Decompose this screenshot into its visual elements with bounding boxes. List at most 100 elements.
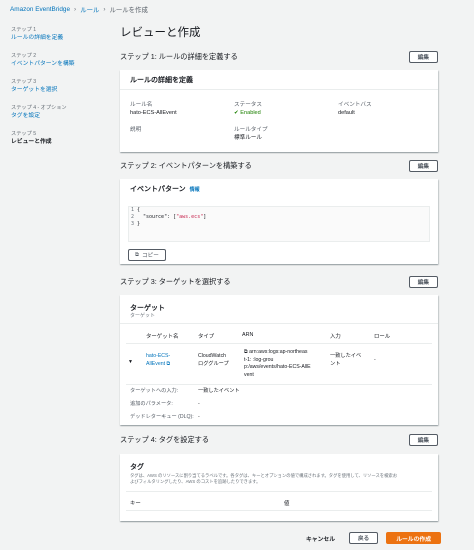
target-input-label: ターゲットへの入力:: [130, 388, 179, 394]
code-text: {: [137, 207, 141, 213]
step-link-tags[interactable]: タグを設定: [11, 112, 106, 120]
wizard-steps: ステップ 1 ルールの詳細を定義 ステップ 2 イベントパターンを構築 ステップ…: [11, 26, 106, 156]
dlq-label: デッドレターキュー (DLQ):: [130, 414, 194, 420]
copy-button[interactable]: ⧉ コピー: [128, 249, 166, 261]
col-header-name: ターゲット名: [146, 334, 179, 340]
rule-type-label: ルールタイプ: [234, 127, 268, 133]
code-line: 3}: [130, 221, 141, 227]
event-pattern-title: イベントパターン: [130, 186, 186, 193]
col-header-input: 入力: [330, 334, 341, 340]
divider: [120, 323, 438, 324]
panel-subtitle: ターゲット: [130, 313, 156, 319]
tags-description: タグは、AWS のリソースに割り当てるラベルです。各タグは、キーとオプションの値…: [130, 473, 397, 484]
col-header-key: キー: [130, 501, 141, 507]
panel-title: ルールの詳細を定義: [120, 70, 438, 90]
wizard-step-3: ステップ 3 ターゲットを選択: [11, 78, 106, 94]
breadcrumb-current: ルールを作成: [109, 6, 148, 14]
edit-step2-button[interactable]: 編集: [408, 160, 438, 172]
dlq-value: -: [198, 414, 200, 420]
target-input-value: 一致したイベント: [198, 388, 240, 394]
copy-icon: ⧉: [135, 251, 139, 258]
code-text: }: [137, 221, 141, 227]
code-text: ]: [203, 214, 207, 220]
extra-params-label: 追加のパラメータ:: [130, 401, 173, 407]
step-current-review: レビューと作成: [11, 139, 52, 145]
cancel-button[interactable]: キャンセル: [300, 534, 341, 543]
step2-header: ステップ 2: イベントパターンを構築する 編集: [120, 159, 438, 173]
info-link[interactable]: 情報: [190, 186, 200, 193]
chevron-right-icon: ›: [103, 5, 106, 13]
step-link-event-pattern[interactable]: イベントパターンを構築: [11, 60, 106, 68]
target-input: 一致したイベ ント: [330, 353, 362, 367]
wizard-footer: キャンセル 戻る ルールの作成: [300, 532, 441, 544]
code-line: 2 "source": ["aws.ecs"]: [130, 214, 207, 220]
copy-label: コピー: [142, 253, 159, 259]
step1-header: ステップ 1: ルールの詳細を定義する 編集: [120, 50, 438, 64]
targets-panel: ターゲット ターゲット ターゲット名 タイプ ARN 入力 ロール ▼ hato…: [120, 295, 438, 425]
col-header-role: ロール: [374, 334, 391, 340]
extra-params-value: -: [198, 401, 200, 407]
chevron-right-icon: ›: [74, 5, 77, 13]
create-rule-button[interactable]: ルールの作成: [386, 532, 441, 544]
rule-type-value: 標準ルール: [234, 135, 262, 141]
breadcrumb: Amazon EventBridge › ルール › ルールを作成: [0, 0, 474, 18]
breadcrumb-rules[interactable]: ルール: [80, 5, 99, 14]
step4-header: ステップ 4: タグを設定する 編集: [120, 433, 438, 447]
main-content: レビューと作成: [120, 26, 438, 46]
description-field: 説明: [130, 126, 141, 134]
event-bus-field: イベントバス default: [338, 101, 372, 117]
step-number: ステップ 5: [11, 131, 37, 137]
event-bus-label: イベントバス: [338, 102, 372, 108]
tags-panel: タグ タグは、AWS のリソースに割り当てるラベルです。各タグは、キーとオプショ…: [120, 454, 438, 521]
wizard-step-5: ステップ 5 レビューと作成: [11, 130, 106, 146]
code-string: "aws.ecs": [176, 214, 204, 220]
step3-title: ステップ 3: ターゲットを選択する: [120, 277, 231, 286]
page-title: レビューと作成: [120, 27, 201, 39]
rule-name-value: hato-ECS-AllEvent: [130, 110, 177, 116]
divider: [126, 384, 432, 385]
step-number: ステップ 4 - オプション: [11, 105, 67, 111]
col-header-arn: ARN: [242, 332, 254, 338]
step2-title: ステップ 2: イベントパターンを構築する: [120, 161, 252, 170]
divider: [126, 510, 432, 511]
step-number: ステップ 3: [11, 79, 37, 85]
wizard-step-1: ステップ 1 ルールの詳細を定義: [11, 26, 106, 42]
col-header-type: タイプ: [198, 334, 215, 340]
step-link-define-rule[interactable]: ルールの詳細を定義: [11, 34, 106, 42]
edit-step1-button[interactable]: 編集: [408, 51, 438, 63]
event-pattern-panel: イベントパターン 情報 1{ 2 "source": ["aws.ecs"] 3}…: [120, 179, 438, 264]
step-link-targets[interactable]: ターゲットを選択: [11, 86, 106, 94]
back-button[interactable]: 戻る: [349, 532, 379, 544]
breadcrumb-eventbridge[interactable]: Amazon EventBridge: [10, 6, 70, 13]
status-value: ✔ Enabled: [234, 109, 262, 117]
rule-name-field: ルール名 hato-ECS-AllEvent: [130, 101, 177, 117]
step3-header: ステップ 3: ターゲットを選択する 編集: [120, 275, 438, 289]
copy-icon[interactable]: ⧉: [244, 349, 248, 355]
rule-type-field: ルールタイプ 標準ルール: [234, 126, 268, 142]
divider: [126, 343, 432, 344]
wizard-step-4: ステップ 4 - オプション タグを設定: [11, 104, 106, 120]
edit-step4-button[interactable]: 編集: [408, 434, 438, 446]
check-circle-icon: ✔: [234, 110, 239, 116]
target-name-link[interactable]: hato-ECS- AllEvent ⧉: [146, 353, 170, 368]
rule-name-label: ルール名: [130, 102, 153, 108]
col-header-value: 値: [284, 501, 290, 507]
rule-details-panel: ルールの詳細を定義 ルール名 hato-ECS-AllEvent ステータス ✔…: [120, 70, 438, 152]
panel-title: イベントパターン 情報: [120, 179, 438, 199]
divider: [126, 491, 432, 492]
step1-title: ステップ 1: ルールの詳細を定義する: [120, 52, 238, 61]
target-arn: ⧉ arn:aws:logs:ap-northeas t-1: :log-grou…: [244, 349, 311, 378]
target-role: -: [374, 357, 376, 363]
target-type: CloudWatch ロググループ: [198, 353, 229, 367]
external-link-icon: ⧉: [166, 360, 171, 367]
code-line: 1{: [130, 207, 141, 213]
code-text: "source": [: [143, 214, 177, 220]
status-label: ステータス: [234, 102, 262, 108]
expand-caret-icon[interactable]: ▼: [128, 359, 133, 367]
step-number: ステップ 2: [11, 53, 37, 59]
step-number: ステップ 1: [11, 27, 37, 33]
status-field: ステータス ✔ Enabled: [234, 101, 262, 117]
step4-title: ステップ 4: タグを設定する: [120, 435, 210, 444]
edit-step3-button[interactable]: 編集: [408, 276, 438, 288]
status-text: Enabled: [240, 110, 261, 116]
